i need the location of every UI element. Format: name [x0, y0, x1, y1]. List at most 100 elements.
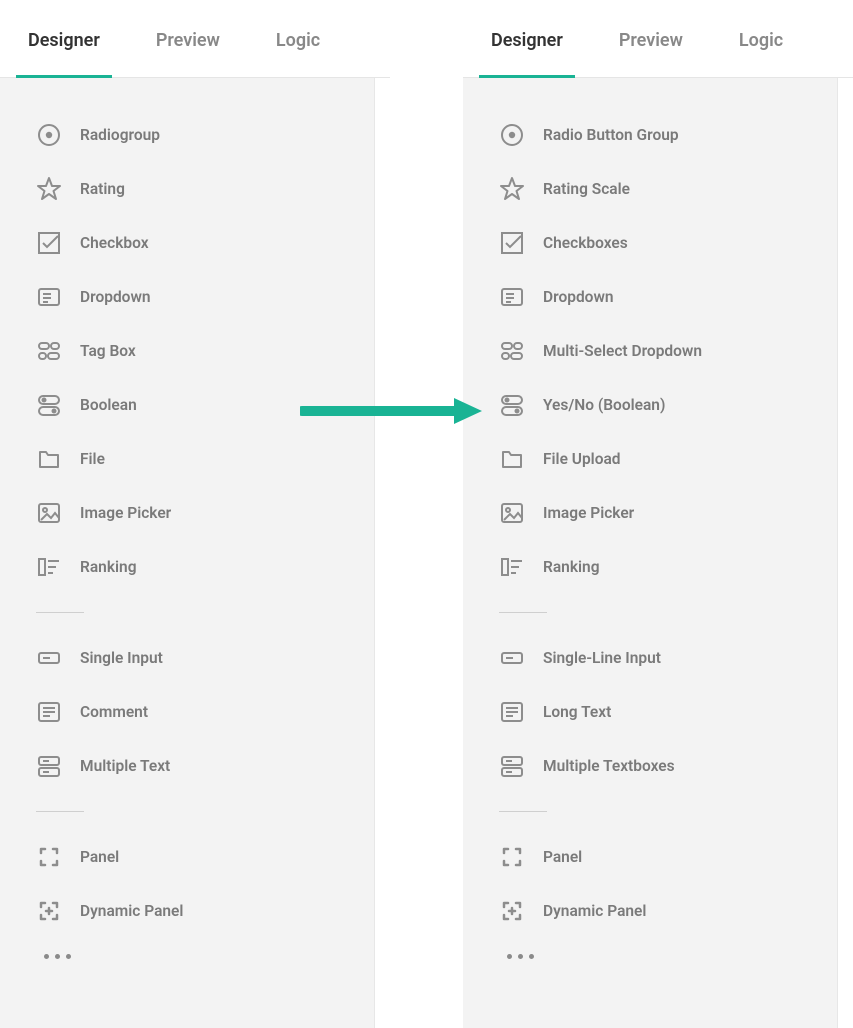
- more-button[interactable]: [463, 938, 837, 959]
- boolean-icon: [499, 392, 525, 418]
- tool-label: File Upload: [543, 450, 621, 468]
- tool-ranking[interactable]: Ranking: [0, 540, 374, 594]
- left-panel: Designer Preview Logic Radiogroup Rating…: [0, 0, 390, 1028]
- tab-designer[interactable]: Designer: [28, 30, 100, 77]
- toolbox-divider: [499, 811, 547, 812]
- tagbox-icon: [499, 338, 525, 364]
- tagbox-icon: [36, 338, 62, 364]
- tabs-left: Designer Preview Logic: [0, 0, 390, 78]
- tool-label: Radiogroup: [80, 126, 160, 144]
- tool-tagbox[interactable]: Tag Box: [0, 324, 374, 378]
- dot-icon: [518, 954, 523, 959]
- tool-file[interactable]: File Upload: [463, 432, 837, 486]
- tool-label: Image Picker: [543, 504, 634, 522]
- dot-icon: [507, 954, 512, 959]
- comment-icon: [499, 699, 525, 725]
- tool-tagbox[interactable]: Multi-Select Dropdown: [463, 324, 837, 378]
- tool-label: Boolean: [80, 396, 137, 414]
- boolean-icon: [36, 392, 62, 418]
- tool-label: Single Input: [80, 649, 163, 667]
- tool-comment[interactable]: Long Text: [463, 685, 837, 739]
- rating-icon: [36, 176, 62, 202]
- tool-label: Single-Line Input: [543, 649, 661, 667]
- tool-panel[interactable]: Panel: [0, 830, 374, 884]
- tool-label: Ranking: [80, 558, 137, 576]
- tool-dropdown[interactable]: Dropdown: [0, 270, 374, 324]
- comment-icon: [36, 699, 62, 725]
- dynamicpanel-icon: [499, 898, 525, 924]
- tool-checkbox[interactable]: Checkbox: [0, 216, 374, 270]
- multipletext-icon: [499, 753, 525, 779]
- tool-label: Long Text: [543, 703, 611, 721]
- tab-designer[interactable]: Designer: [491, 30, 563, 77]
- tool-label: Checkboxes: [543, 234, 628, 252]
- tool-multipletext[interactable]: Multiple Text: [0, 739, 374, 793]
- ranking-icon: [36, 554, 62, 580]
- tool-panel[interactable]: Panel: [463, 830, 837, 884]
- tool-label: Comment: [80, 703, 148, 721]
- tool-imagepicker[interactable]: Image Picker: [0, 486, 374, 540]
- toolbox-left: Radiogroup Rating Checkbox Dropdown Tag …: [0, 78, 375, 1028]
- tool-singleinput[interactable]: Single-Line Input: [463, 631, 837, 685]
- rating-icon: [499, 176, 525, 202]
- tool-label: Ranking: [543, 558, 600, 576]
- tab-preview[interactable]: Preview: [156, 30, 220, 77]
- radio-icon: [499, 122, 525, 148]
- multipletext-icon: [36, 753, 62, 779]
- tool-checkbox[interactable]: Checkboxes: [463, 216, 837, 270]
- tool-singleinput[interactable]: Single Input: [0, 631, 374, 685]
- toolbox-divider: [36, 612, 84, 613]
- more-button[interactable]: [0, 938, 374, 959]
- tab-logic[interactable]: Logic: [739, 30, 783, 77]
- tool-multipletext[interactable]: Multiple Textboxes: [463, 739, 837, 793]
- dot-icon: [529, 954, 534, 959]
- tool-label: Multiple Textboxes: [543, 757, 675, 775]
- tool-label: File: [80, 450, 105, 468]
- singleinput-icon: [36, 645, 62, 671]
- tool-label: Panel: [543, 848, 582, 866]
- tool-comment[interactable]: Comment: [0, 685, 374, 739]
- tab-preview[interactable]: Preview: [619, 30, 683, 77]
- imagepicker-icon: [499, 500, 525, 526]
- tool-boolean[interactable]: Boolean: [0, 378, 374, 432]
- tool-label: Multi-Select Dropdown: [543, 342, 702, 360]
- toolbox-divider: [499, 612, 547, 613]
- tool-rating[interactable]: Rating: [0, 162, 374, 216]
- tool-label: Dynamic Panel: [543, 902, 646, 920]
- tool-label: Radio Button Group: [543, 126, 679, 144]
- tool-label: Tag Box: [80, 342, 136, 360]
- tool-radiogroup[interactable]: Radio Button Group: [463, 108, 837, 162]
- ranking-icon: [499, 554, 525, 580]
- tool-label: Rating: [80, 180, 125, 198]
- tool-imagepicker[interactable]: Image Picker: [463, 486, 837, 540]
- panel-icon: [36, 844, 62, 870]
- tool-label: Panel: [80, 848, 119, 866]
- tool-ranking[interactable]: Ranking: [463, 540, 837, 594]
- toolbox-divider: [36, 811, 84, 812]
- tabs-right: Designer Preview Logic: [463, 0, 853, 78]
- file-icon: [36, 446, 62, 472]
- tool-radiogroup[interactable]: Radiogroup: [0, 108, 374, 162]
- tool-label: Dynamic Panel: [80, 902, 183, 920]
- tool-label: Checkbox: [80, 234, 149, 252]
- singleinput-icon: [499, 645, 525, 671]
- dot-icon: [44, 954, 49, 959]
- tool-file[interactable]: File: [0, 432, 374, 486]
- dot-icon: [55, 954, 60, 959]
- tool-rating[interactable]: Rating Scale: [463, 162, 837, 216]
- toolbox-right: Radio Button Group Rating Scale Checkbox…: [463, 78, 838, 1028]
- tool-dynamicpanel[interactable]: Dynamic Panel: [0, 884, 374, 938]
- tool-label: Dropdown: [80, 288, 151, 306]
- right-panel: Designer Preview Logic Radio Button Grou…: [463, 0, 853, 1028]
- tool-boolean[interactable]: Yes/No (Boolean): [463, 378, 837, 432]
- tool-dynamicpanel[interactable]: Dynamic Panel: [463, 884, 837, 938]
- tab-logic[interactable]: Logic: [276, 30, 320, 77]
- tool-label: Image Picker: [80, 504, 171, 522]
- tool-label: Yes/No (Boolean): [543, 396, 665, 414]
- tool-dropdown[interactable]: Dropdown: [463, 270, 837, 324]
- imagepicker-icon: [36, 500, 62, 526]
- panel-icon: [499, 844, 525, 870]
- dropdown-icon: [36, 284, 62, 310]
- checkbox-icon: [36, 230, 62, 256]
- radio-icon: [36, 122, 62, 148]
